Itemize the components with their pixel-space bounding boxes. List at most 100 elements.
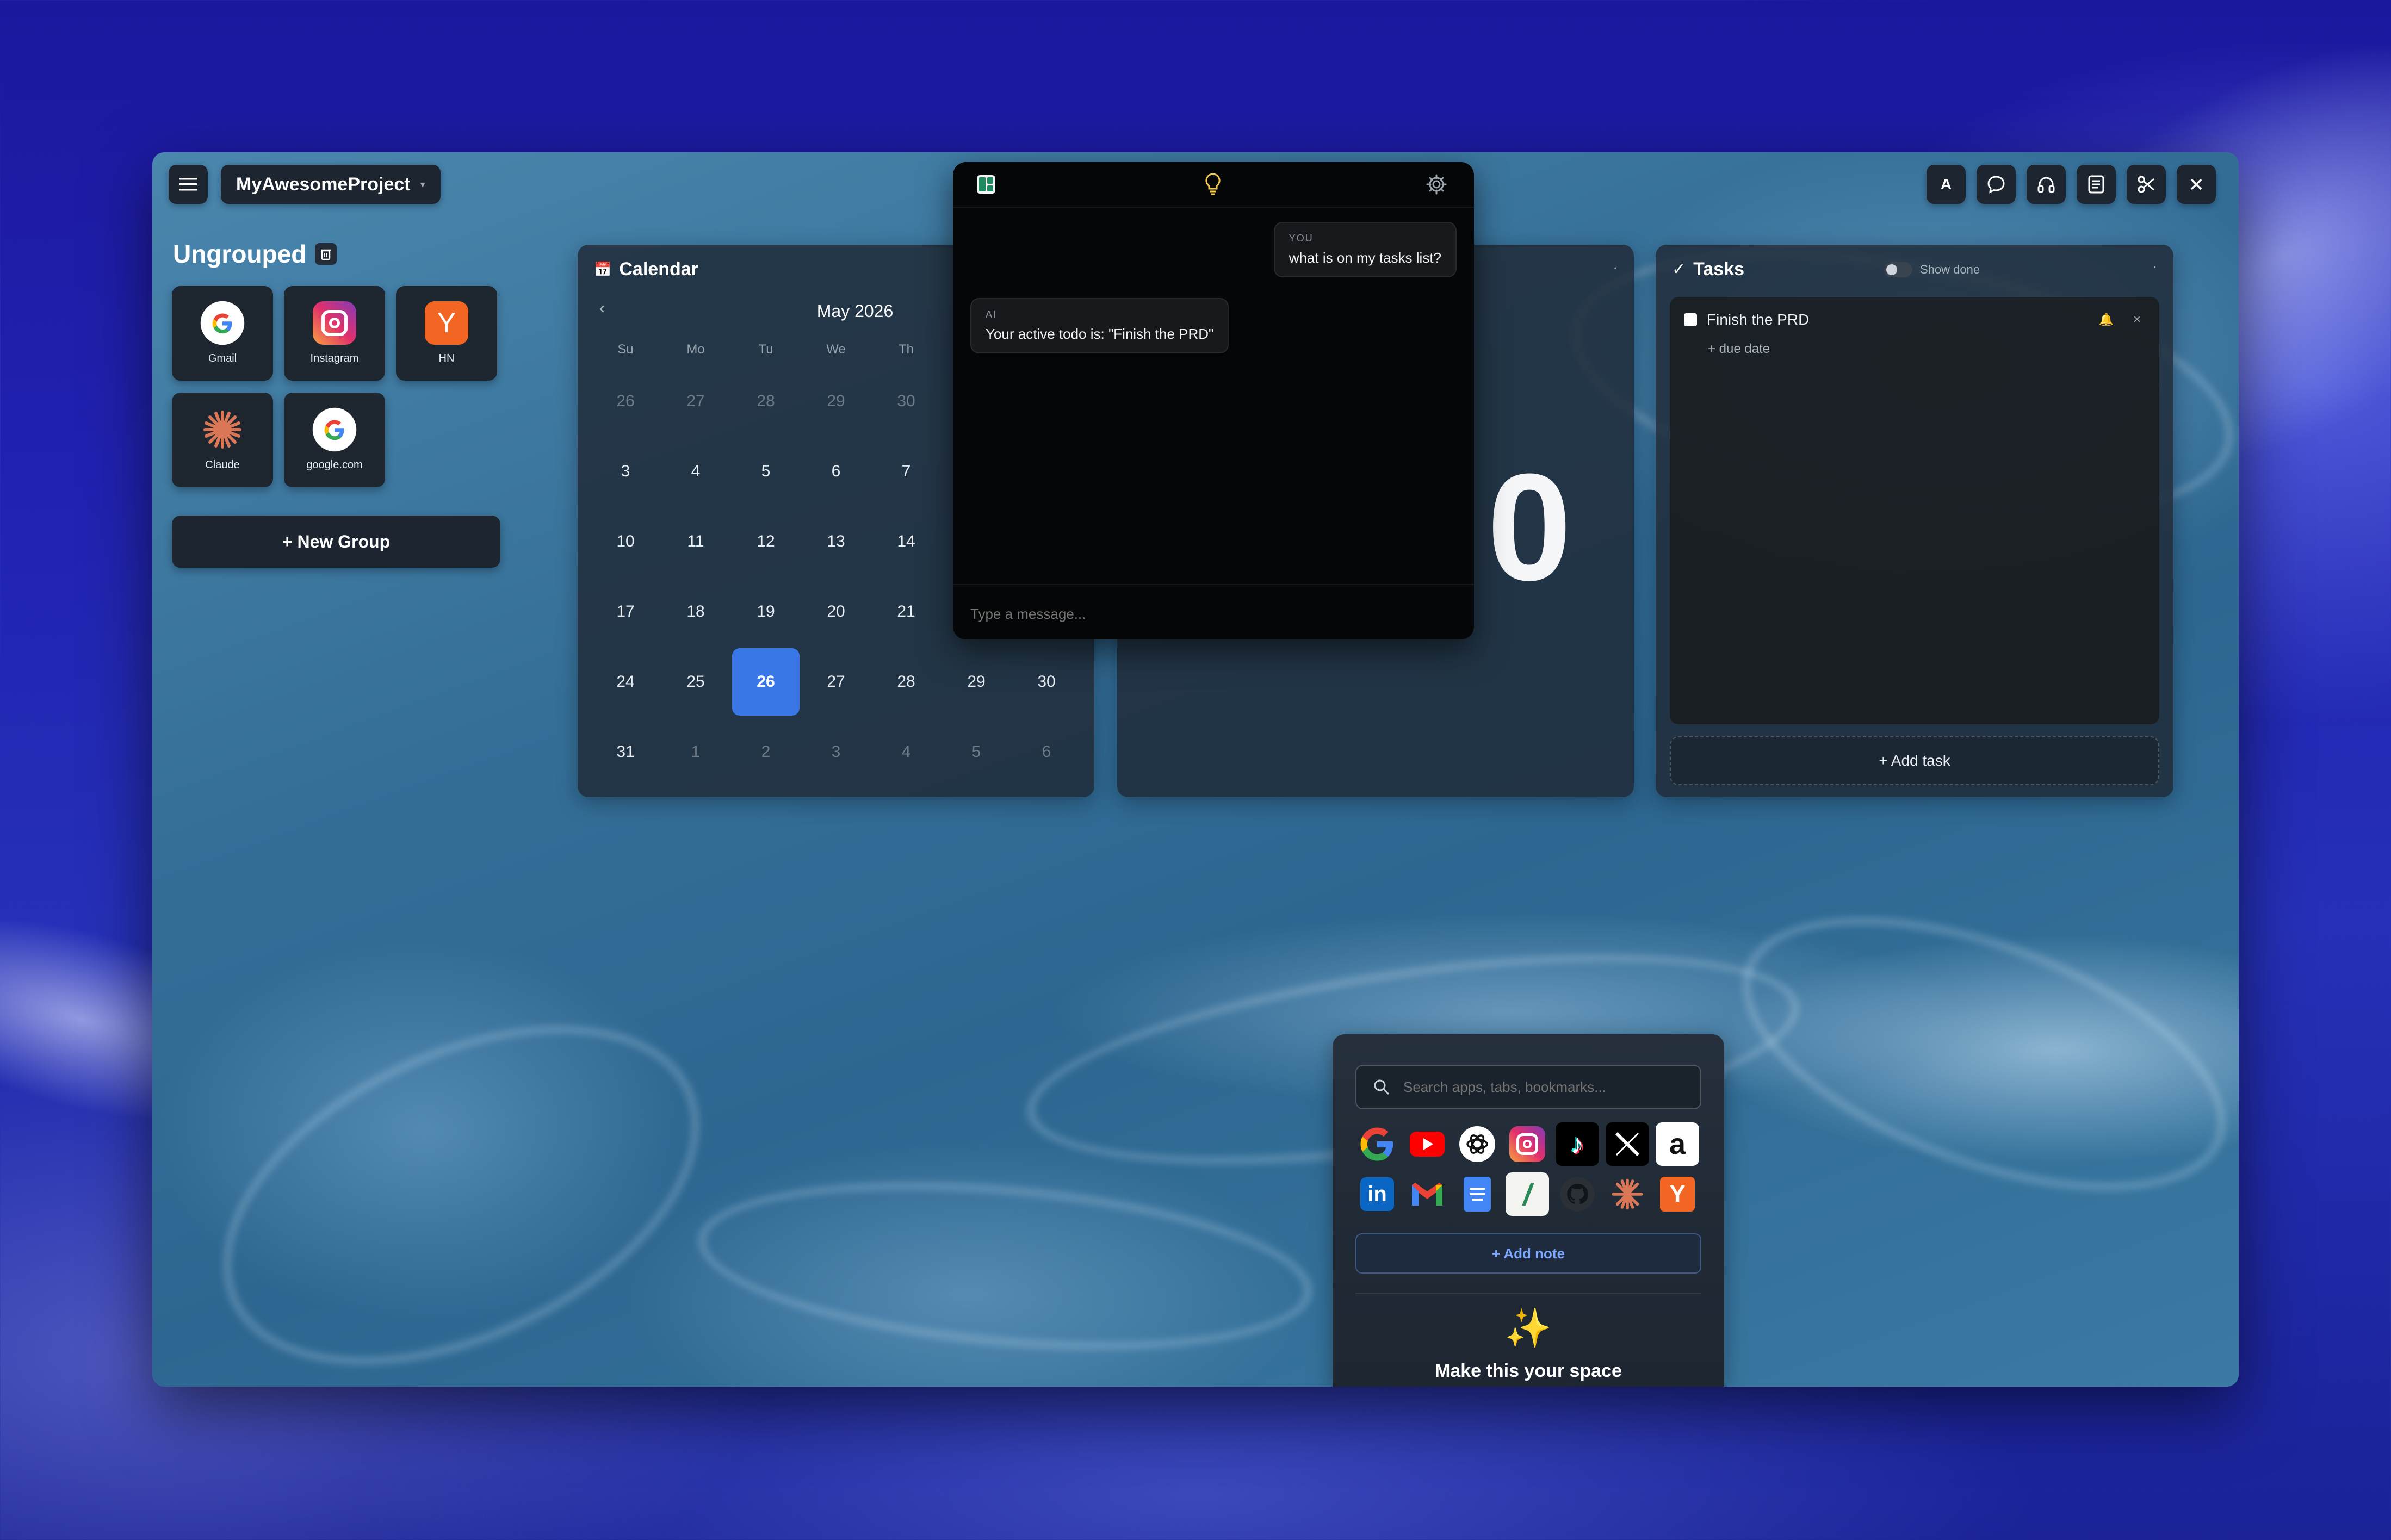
delete-group-button[interactable] <box>315 243 337 265</box>
instagram-icon[interactable] <box>1506 1122 1549 1166</box>
calendar-day[interactable]: 30 <box>872 368 940 435</box>
calendar-day[interactable]: 29 <box>802 368 870 435</box>
tasks-title: Tasks <box>1693 259 1745 280</box>
calendar-day[interactable]: 13 <box>802 508 870 575</box>
calendar-day[interactable]: 14 <box>872 508 940 575</box>
launcher-panel: ♪ a in / Y <box>1333 1034 1724 1387</box>
hacker-news-icon[interactable]: Y <box>1656 1172 1699 1216</box>
calendar-day[interactable]: 29 <box>943 648 1010 716</box>
calendar-day-selected[interactable]: 26 <box>732 648 800 716</box>
calendar-day[interactable]: 11 <box>662 508 729 575</box>
app-tile-google[interactable]: google.com <box>284 393 385 487</box>
calendar-day[interactable]: 5 <box>943 718 1010 786</box>
search-box[interactable] <box>1355 1065 1701 1109</box>
clock-digits: 0 <box>1487 443 1572 612</box>
linkedin-icon[interactable]: in <box>1355 1172 1399 1216</box>
calendar-day[interactable]: 28 <box>872 648 940 716</box>
calendar-day[interactable]: 17 <box>592 578 659 645</box>
gmail-icon[interactable] <box>1405 1172 1449 1216</box>
calendar-day[interactable]: 2 <box>732 718 800 786</box>
clock-menu-button[interactable]: · <box>1613 259 1618 276</box>
show-done-toggle[interactable] <box>1884 262 1912 277</box>
notion-icon[interactable]: / <box>1506 1172 1549 1216</box>
calendar-day[interactable]: 7 <box>872 438 940 505</box>
menu-button[interactable] <box>169 165 208 204</box>
task-due-date[interactable]: + due date <box>1708 341 1770 357</box>
calendar-day[interactable]: 28 <box>732 368 800 435</box>
layout-toggle-button[interactable] <box>977 175 995 194</box>
account-button[interactable]: A <box>1927 165 1966 204</box>
tiktok-icon[interactable]: ♪ <box>1556 1122 1599 1166</box>
task-text[interactable]: Finish the PRD <box>1707 311 1809 328</box>
gear-icon <box>1426 174 1447 195</box>
google-docs-icon[interactable] <box>1455 1172 1499 1216</box>
calendar-day[interactable]: 30 <box>1013 648 1080 716</box>
audio-button[interactable] <box>2027 165 2066 204</box>
reminder-bell-icon[interactable]: 🔔 <box>2099 313 2114 327</box>
calendar-day[interactable]: 21 <box>872 578 940 645</box>
calendar-day[interactable]: 31 <box>592 718 659 786</box>
message-role: YOU <box>1289 233 1314 244</box>
calendar-day[interactable]: 12 <box>732 508 800 575</box>
github-icon[interactable] <box>1556 1172 1599 1216</box>
calendar-day[interactable]: 4 <box>662 438 729 505</box>
amazon-icon[interactable]: a <box>1656 1122 1699 1166</box>
calendar-title: Calendar <box>619 259 698 280</box>
new-group-button[interactable]: + New Group <box>172 516 500 568</box>
task-checkbox[interactable] <box>1684 313 1697 326</box>
account-initial: A <box>1940 176 1952 192</box>
calendar-day[interactable]: 1 <box>662 718 729 786</box>
calendar-day[interactable]: 3 <box>592 438 659 505</box>
calendar-day[interactable]: 26 <box>592 368 659 435</box>
calendar-day[interactable]: 25 <box>662 648 729 716</box>
app-tile-claude[interactable]: Claude <box>172 393 273 487</box>
calendar-day[interactable]: 4 <box>872 718 940 786</box>
project-selector[interactable]: MyAwesomeProject ▾ <box>221 165 441 204</box>
calendar-day[interactable]: 27 <box>662 368 729 435</box>
google-icon[interactable] <box>1355 1122 1399 1166</box>
youtube-icon[interactable] <box>1405 1122 1449 1166</box>
calendar-day[interactable]: 5 <box>732 438 800 505</box>
calendar-day[interactable]: 3 <box>802 718 870 786</box>
add-task-button[interactable]: + Add task <box>1670 736 2159 785</box>
hamburger-icon <box>179 178 197 191</box>
launcher-search-input[interactable] <box>1402 1078 1698 1096</box>
chat-message-input[interactable] <box>969 601 1450 626</box>
close-icon <box>2190 178 2202 190</box>
task-list: Finish the PRD 🔔 × + due date <box>1670 297 2159 724</box>
chat-message-user: YOU what is on my tasks list? <box>1273 222 1457 277</box>
x-icon[interactable] <box>1606 1122 1649 1166</box>
chat-settings-button[interactable] <box>1425 173 1448 198</box>
calendar-day[interactable]: 19 <box>732 578 800 645</box>
chat-button[interactable] <box>1977 165 2016 204</box>
check-icon: ✓ <box>1672 260 1686 278</box>
chatgpt-icon[interactable] <box>1455 1122 1499 1166</box>
calendar-day[interactable]: 6 <box>802 438 870 505</box>
calendar-day[interactable]: 27 <box>802 648 870 716</box>
calendar-day[interactable]: 20 <box>802 578 870 645</box>
weekday-header: Th <box>898 342 914 357</box>
tasks-menu-button[interactable]: · <box>2152 258 2157 275</box>
divider <box>1355 1293 1701 1294</box>
add-note-button[interactable]: + Add note <box>1355 1233 1701 1274</box>
app-tile-hn[interactable]: Y HN <box>396 286 497 381</box>
app-tile-gmail[interactable]: Gmail <box>172 286 273 381</box>
calendar-month: May 2026 <box>816 301 894 321</box>
snip-button[interactable] <box>2127 165 2166 204</box>
app-tile-instagram[interactable]: Instagram <box>284 286 385 381</box>
suggestions-button[interactable] <box>1202 172 1224 198</box>
close-button[interactable] <box>2177 165 2216 204</box>
prev-month-button[interactable]: ‹ <box>599 299 605 318</box>
delete-task-icon[interactable]: × <box>2133 312 2141 327</box>
chat-input-bar <box>953 584 1474 639</box>
calendar-day[interactable]: 10 <box>592 508 659 575</box>
claude-icon[interactable] <box>1606 1172 1649 1216</box>
calendar-day[interactable]: 6 <box>1013 718 1080 786</box>
message-text: what is on my tasks list? <box>1289 250 1441 266</box>
notes-button[interactable] <box>2077 165 2116 204</box>
tasks-header: ✓ Tasks <box>1672 259 1744 280</box>
chat-bubble-icon <box>1987 176 2005 194</box>
calendar-day[interactable]: 24 <box>592 648 659 716</box>
calendar-day[interactable]: 18 <box>662 578 729 645</box>
layout-grid-icon <box>979 177 986 191</box>
